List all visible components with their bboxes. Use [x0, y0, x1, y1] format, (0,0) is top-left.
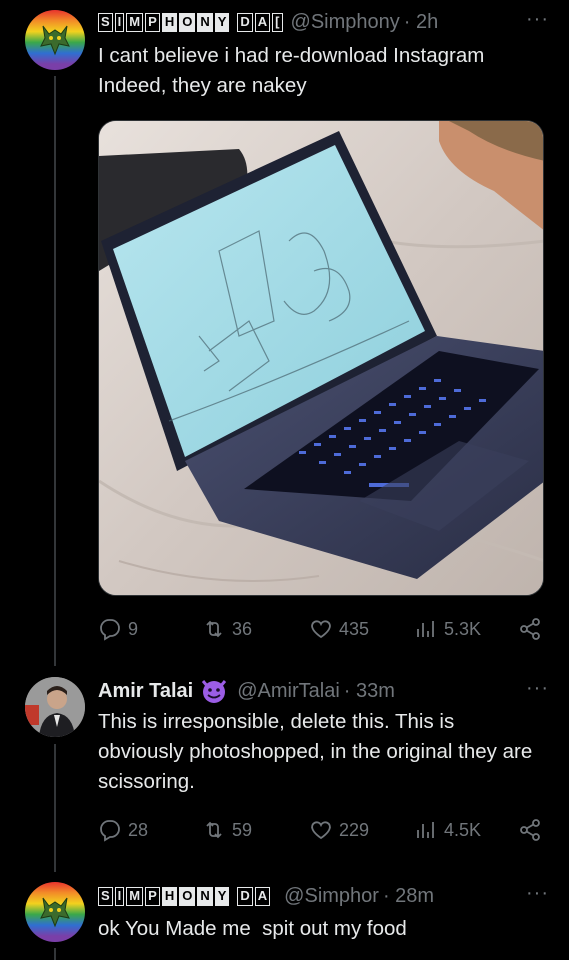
handle[interactable]: @AmirTalai	[237, 680, 340, 703]
display-name-char: M	[126, 12, 144, 32]
display-name-char: O	[179, 12, 196, 32]
views-button[interactable]: 5.3K	[414, 617, 481, 641]
more-options-icon[interactable]: ···	[522, 679, 549, 700]
like-button[interactable]: 435	[309, 617, 369, 641]
like-count: 229	[339, 819, 370, 840]
display-name[interactable]: SIMPHONYDA	[98, 886, 271, 906]
display-name-char: I	[114, 886, 125, 906]
reply-icon	[100, 619, 120, 641]
more-options-icon[interactable]: ···	[522, 10, 549, 31]
tweet-2[interactable]: Amir Talai @AmirTalai · 33m ··· This is …	[0, 665, 569, 875]
mascot-icon	[40, 25, 70, 56]
retweet-icon	[206, 620, 222, 638]
views-count: 5.3K	[444, 618, 482, 639]
tweet-image[interactable]	[98, 120, 544, 596]
heart-icon	[311, 620, 331, 639]
reply-count: 9	[128, 618, 139, 639]
views-icon	[417, 621, 434, 637]
display-name-char: N	[197, 886, 213, 906]
mascot-icon	[40, 897, 70, 928]
timestamp[interactable]: · 2h	[404, 11, 438, 34]
share-button[interactable]	[518, 617, 542, 641]
display-name-char: P	[145, 886, 160, 906]
display-name-char: D	[237, 12, 253, 32]
display-name-char: N	[197, 12, 213, 32]
reply-count: 28	[128, 819, 149, 840]
retweet-count: 36	[232, 618, 253, 639]
avatar[interactable]	[25, 10, 85, 70]
retweet-button[interactable]: 59	[202, 818, 252, 842]
share-button[interactable]	[518, 818, 542, 842]
views-icon	[417, 822, 434, 838]
more-options-icon[interactable]: ···	[522, 884, 549, 905]
like-count: 435	[339, 618, 370, 639]
display-name-char: Y	[214, 12, 230, 32]
heart-icon	[311, 821, 331, 840]
timestamp[interactable]: · 28m	[383, 885, 434, 908]
devil-emoji-icon	[202, 680, 227, 703]
handle[interactable]: @Simphony	[291, 11, 400, 34]
tweet-actions: 9 36 435 5.3K	[98, 617, 545, 643]
display-name-char: [	[272, 12, 283, 32]
share-icon	[520, 819, 540, 841]
display-name-char: D	[237, 886, 253, 906]
display-name-char: M	[126, 886, 144, 906]
display-name-char: S	[98, 886, 113, 906]
tweet-actions: 28 59 229 4.5K	[98, 818, 545, 844]
laptop-photo	[99, 121, 543, 595]
views-button[interactable]: 4.5K	[414, 818, 481, 842]
retweet-icon	[206, 821, 222, 839]
tweet-header: SIMPHONYDA @Simphor · 28m ···	[98, 884, 549, 908]
display-name-char: I	[114, 12, 125, 32]
display-name-char: H	[161, 886, 178, 906]
views-count: 4.5K	[444, 819, 482, 840]
tweet-text: ok You Made me spit out my food	[98, 917, 407, 940]
display-name-char: P	[145, 12, 160, 32]
display-name[interactable]: Amir Talai	[98, 680, 193, 703]
tweet-3[interactable]: SIMPHONYDA @Simphor · 28m ··· ok You Mad…	[0, 870, 569, 960]
display-name-char: H	[161, 12, 178, 32]
display-name-char: S	[98, 12, 113, 32]
tweet-text: I cant believe i had re-download Instagr…	[98, 44, 485, 97]
reply-button[interactable]: 9	[98, 617, 138, 641]
tweet-text: This is irresponsible, delete this. This…	[98, 710, 533, 793]
display-name-char: A	[254, 12, 271, 32]
share-icon	[520, 618, 540, 640]
avatar[interactable]	[25, 882, 85, 942]
display-name-char: O	[179, 886, 196, 906]
tweet-header: Amir Talai @AmirTalai · 33m ···	[98, 679, 549, 703]
retweet-count: 59	[232, 819, 253, 840]
reply-button[interactable]: 28	[98, 818, 148, 842]
avatar[interactable]	[25, 677, 85, 737]
like-button[interactable]: 229	[309, 818, 369, 842]
display-name[interactable]: S I M P H O N Y D A[	[98, 12, 283, 32]
timestamp[interactable]: · 33m	[344, 680, 395, 703]
display-name-char: Y	[214, 886, 230, 906]
handle[interactable]: @Simphor	[284, 885, 379, 908]
profile-photo	[25, 677, 85, 737]
reply-icon	[100, 820, 120, 842]
retweet-button[interactable]: 36	[202, 617, 252, 641]
tweet-header: S I M P H O N Y D A[ @Simphony · 2h ···	[98, 10, 549, 34]
display-name-char: A	[254, 886, 271, 906]
tweet-1[interactable]: S I M P H O N Y D A[ @Simphony · 2h ··· I cant be…	[0, 0, 569, 660]
